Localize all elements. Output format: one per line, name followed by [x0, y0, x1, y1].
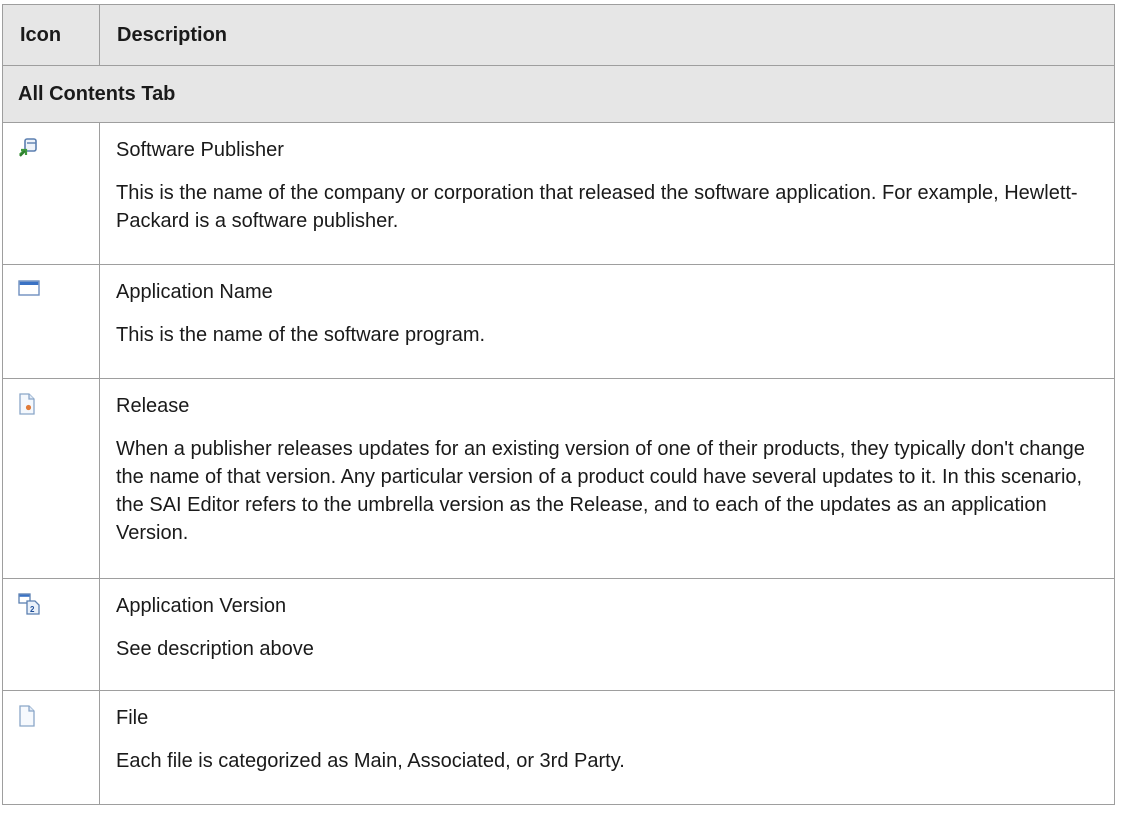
table-row: 2 Application Version See description ab… — [2, 578, 1115, 691]
svg-text:2: 2 — [30, 605, 35, 614]
software-publisher-icon — [18, 137, 99, 159]
application-name-icon — [18, 279, 99, 297]
item-text: See description above — [116, 638, 314, 660]
icon-cell: 2 — [2, 578, 100, 691]
item-text: This is the name of the company or corpo… — [116, 182, 1078, 232]
icon-cell — [2, 122, 100, 265]
description-cell: Release When a publisher releases update… — [99, 378, 1115, 579]
section-title: All Contents Tab — [2, 65, 1115, 123]
item-text: When a publisher releases updates for an… — [116, 438, 1085, 544]
description-cell: File Each file is categorized as Main, A… — [99, 690, 1115, 805]
item-title: Application Name — [116, 281, 273, 303]
table-header-row: Icon Description — [2, 4, 1115, 66]
item-text: This is the name of the software program… — [116, 324, 486, 346]
description-column-header: Description — [99, 4, 1115, 66]
description-cell: Application Version See description abov… — [99, 578, 1115, 691]
item-title: File — [116, 707, 149, 729]
icon-description-table: Icon Description All Contents Tab Softwa… — [2, 4, 1115, 805]
icon-cell — [2, 378, 100, 579]
section-row: All Contents Tab — [2, 65, 1115, 123]
file-icon — [18, 705, 99, 727]
description-cell: Software Publisher This is the name of t… — [99, 122, 1115, 265]
release-icon — [18, 393, 99, 415]
item-title: Software Publisher — [116, 139, 284, 161]
table-row: File Each file is categorized as Main, A… — [2, 690, 1115, 805]
item-title: Application Version — [116, 595, 287, 617]
table-row: Release When a publisher releases update… — [2, 378, 1115, 579]
application-version-icon: 2 — [18, 593, 99, 615]
icon-cell — [2, 690, 100, 805]
table-row: Software Publisher This is the name of t… — [2, 122, 1115, 265]
icon-column-header: Icon — [2, 4, 100, 66]
item-title: Release — [116, 395, 190, 417]
item-text: Each file is categorized as Main, Associ… — [116, 750, 625, 772]
description-cell: Application Name This is the name of the… — [99, 264, 1115, 379]
icon-cell — [2, 264, 100, 379]
table-row: Application Name This is the name of the… — [2, 264, 1115, 379]
